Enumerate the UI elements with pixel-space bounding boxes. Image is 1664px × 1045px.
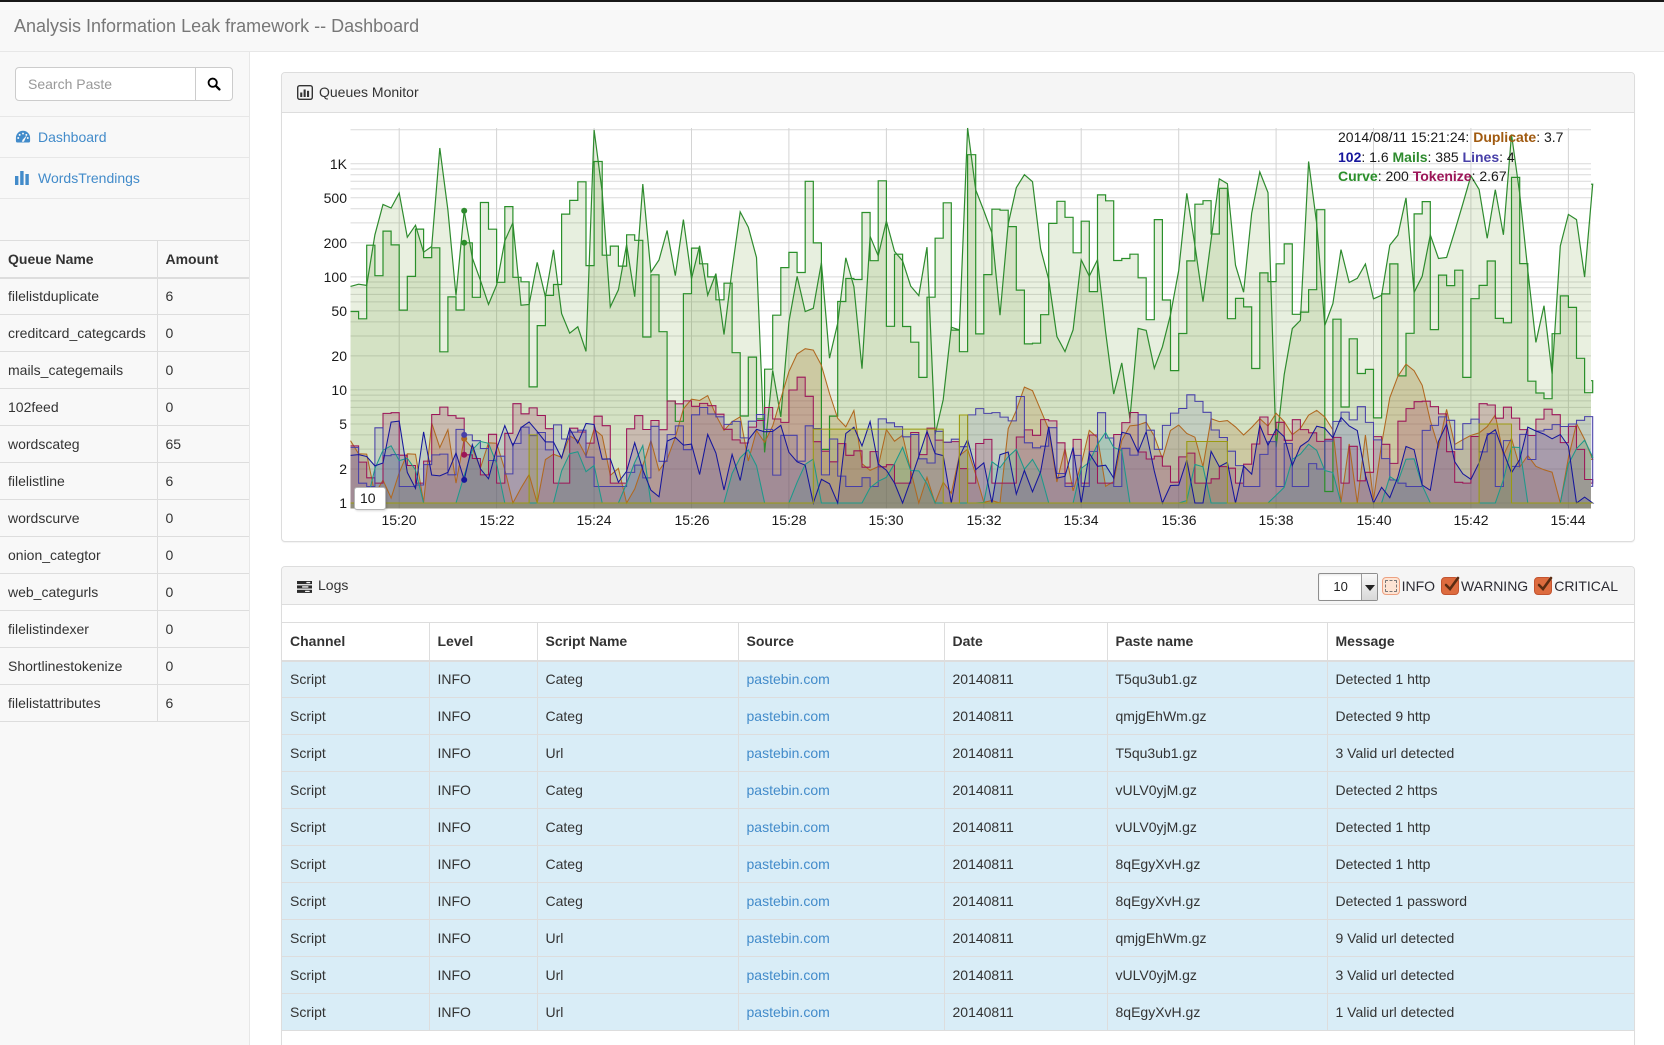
svg-text:100: 100	[324, 269, 348, 285]
svg-text:15:42: 15:42	[1453, 512, 1488, 528]
svg-text:200: 200	[324, 235, 348, 251]
svg-text:2: 2	[339, 461, 347, 477]
svg-text:15:24: 15:24	[576, 512, 611, 528]
svg-text:15:36: 15:36	[1161, 512, 1196, 528]
svg-text:1K: 1K	[330, 156, 348, 172]
svg-text:50: 50	[331, 303, 347, 319]
svg-text:15:26: 15:26	[674, 512, 709, 528]
svg-text:15:28: 15:28	[771, 512, 806, 528]
svg-text:15:38: 15:38	[1258, 512, 1293, 528]
svg-text:20: 20	[331, 348, 347, 364]
svg-text:15:44: 15:44	[1550, 512, 1585, 528]
svg-text:10: 10	[331, 382, 347, 398]
svg-text:15:40: 15:40	[1356, 512, 1391, 528]
svg-text:15:32: 15:32	[966, 512, 1001, 528]
svg-text:500: 500	[324, 190, 348, 206]
svg-text:15:30: 15:30	[868, 512, 903, 528]
svg-text:5: 5	[339, 416, 347, 432]
svg-text:15:34: 15:34	[1063, 512, 1098, 528]
svg-text:15:20: 15:20	[381, 512, 416, 528]
svg-text:1: 1	[339, 495, 347, 511]
svg-text:15:22: 15:22	[479, 512, 514, 528]
